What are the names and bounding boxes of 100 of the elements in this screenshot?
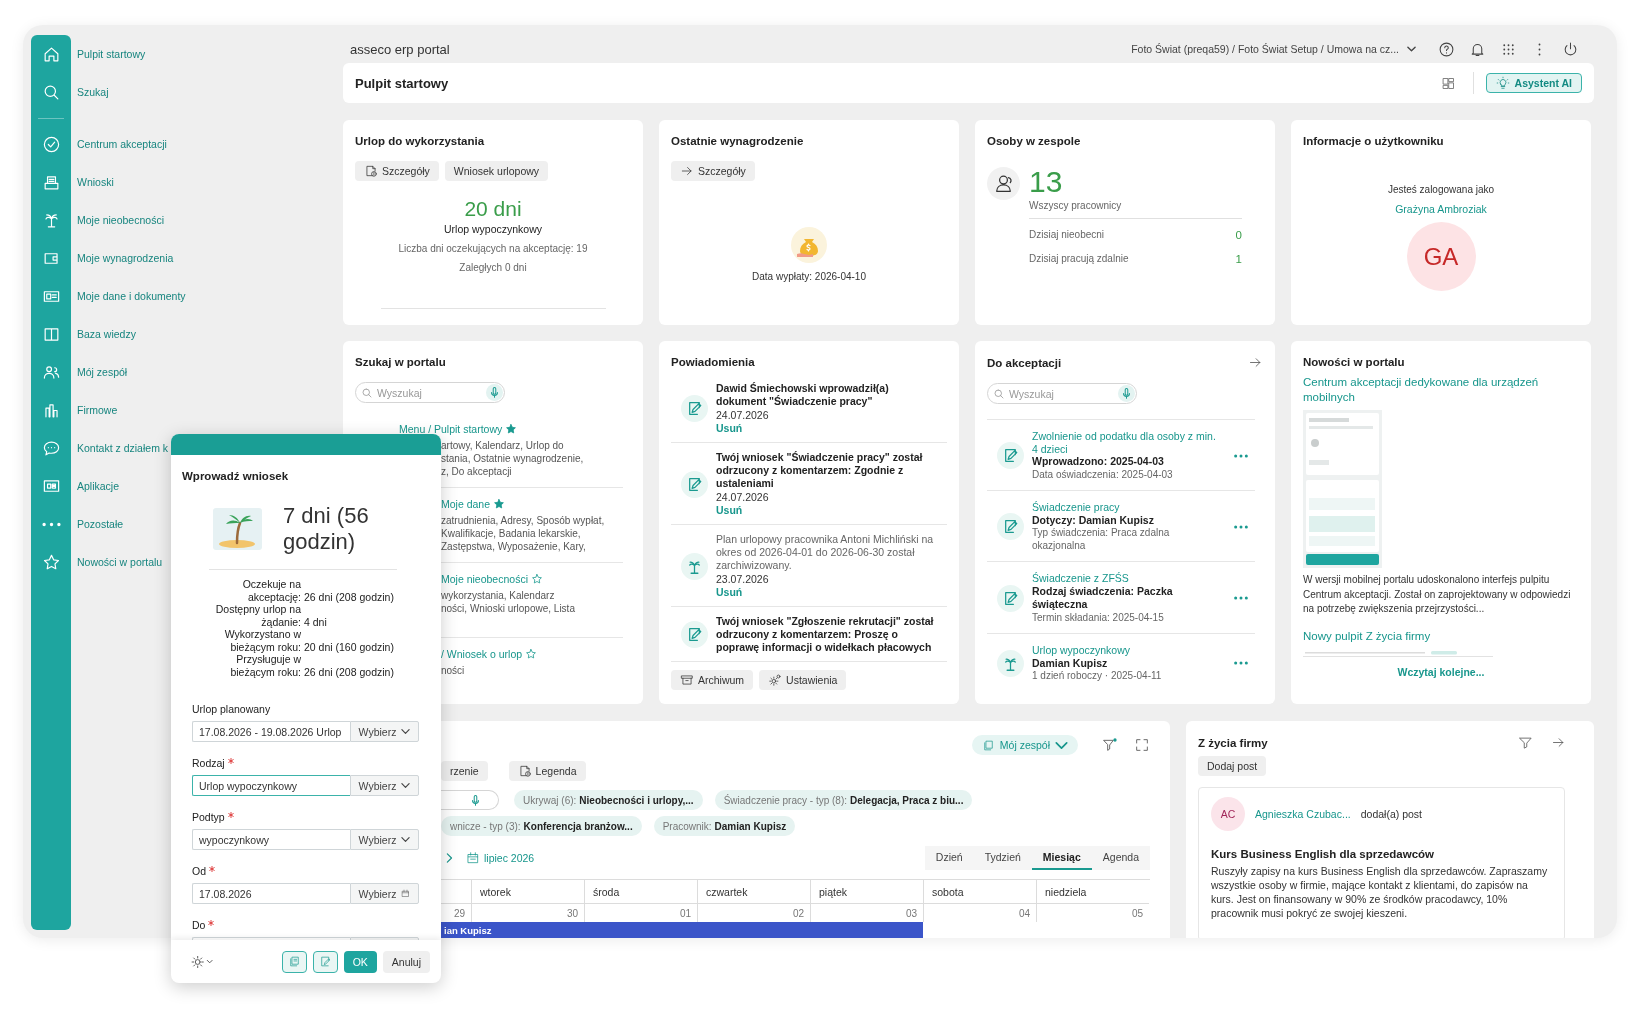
assistant-button[interactable]: Asystent AI	[1485, 73, 1582, 93]
power-icon[interactable]	[1562, 40, 1579, 58]
leave-request-button[interactable]: Wniosek urlopowy	[444, 161, 549, 181]
input-field[interactable]: wypoczynkowy	[192, 829, 350, 850]
filter-chip[interactable]: Ukrywaj (6): Nieobecności i urlopy,...	[514, 790, 703, 810]
add-post-button[interactable]: Dodaj post	[1198, 756, 1267, 776]
card-title: Osoby w zespole	[987, 134, 1082, 148]
copy-button[interactable]	[281, 950, 307, 973]
arrow-right-icon[interactable]	[1248, 355, 1263, 370]
legend-button[interactable]: Legenda	[508, 761, 586, 781]
details-button[interactable]: Szczegóły	[671, 161, 755, 181]
settings-icon[interactable]	[190, 953, 215, 970]
search-field[interactable]: Wyszukaj	[355, 382, 505, 403]
result-link[interactable]: Moje nieobecności	[441, 572, 528, 586]
sidebar-item[interactable]: Pulpit startowy	[31, 35, 146, 73]
help-icon[interactable]	[1438, 40, 1455, 58]
user-name: Grażyna Ambroziak	[1394, 202, 1488, 216]
archive-button[interactable]: Archiwum	[671, 670, 754, 690]
news-link[interactable]: Centrum akceptacji dedykowane dla urządzeń mobilnych	[1303, 375, 1579, 405]
document-edit-icon	[997, 442, 1024, 469]
result-link[interactable]: Menu / Pulpit startowy	[399, 422, 503, 436]
sidebar-item[interactable]: Mój zespół	[31, 353, 128, 391]
more-icon[interactable]	[1233, 452, 1249, 459]
fullscreen-icon[interactable]	[1134, 737, 1150, 753]
sidebar-item[interactable]: Firmowe	[31, 391, 118, 429]
palm-tree-icon	[997, 649, 1024, 677]
palm-tree-icon	[681, 552, 708, 580]
author-link[interactable]: Agnieszka Czubac...	[1255, 808, 1351, 820]
ok-button[interactable]: OK	[343, 950, 377, 973]
month-picker[interactable]: lipiec 2026	[466, 851, 535, 865]
settings-button[interactable]: Ustawienia	[759, 670, 847, 690]
result-link[interactable]: / Wniosek o urlop	[441, 647, 523, 661]
arrow-right-icon[interactable]	[1551, 735, 1566, 750]
delete-link[interactable]: Usuń	[716, 586, 941, 599]
star-icon[interactable]	[525, 648, 538, 660]
approval-link[interactable]: Świadczenie z ZFŚS	[1032, 572, 1217, 585]
leave-amount: 20 dni	[463, 196, 523, 222]
more-icon[interactable]	[1233, 523, 1249, 530]
delete-link[interactable]: Usuń	[716, 422, 941, 435]
view-tab[interactable]: Dzień	[924, 846, 974, 870]
sidebar-item[interactable]: Wnioski	[31, 163, 114, 201]
picker-button[interactable]: Wybierz	[350, 721, 419, 742]
team-dropdown[interactable]: Mój zespół	[971, 735, 1078, 755]
delete-link[interactable]: Usuń	[716, 504, 941, 517]
leave-summary: 7 dni (56 godzin)	[283, 503, 370, 555]
highlight-button[interactable]: rzenie	[441, 761, 488, 781]
filter-chip[interactable]: Świadczenie pracy - typ (8): Delegacja, Praca z biu...	[714, 790, 973, 810]
more-icon[interactable]	[1233, 595, 1249, 601]
view-tab[interactable]: Agenda	[1091, 846, 1150, 870]
document-edit-icon	[318, 955, 332, 968]
picker-button[interactable]: Wybierz	[350, 883, 419, 904]
load-more-link[interactable]: Wczytaj kolejne...	[1397, 665, 1485, 678]
input-field[interactable]: Urlop wypoczynkowy	[192, 775, 350, 796]
copy-icon	[981, 738, 995, 752]
notification-text: Plan urlopowy pracownika Antoni Michliński na okres od 2026-04-01 do 2026-06-30 został zarchiwizowany.	[716, 533, 935, 572]
lightbulb-icon	[1495, 76, 1510, 90]
picker-button[interactable]: Wybierz	[350, 829, 419, 850]
picker-button[interactable]: Wybierz	[350, 775, 419, 796]
filter-chip[interactable]: Pracownik: Damian Kupisz	[653, 816, 796, 836]
filter-icon[interactable]	[1102, 737, 1118, 753]
document-edit-icon	[681, 395, 708, 422]
star-icon[interactable]	[530, 573, 543, 585]
sidebar-item[interactable]: Aplikacje	[31, 467, 120, 505]
more-icon[interactable]	[1233, 660, 1249, 667]
sidebar-item[interactable]: Moje nieobecności	[31, 201, 164, 239]
sidebar-item[interactable]: Moje dane i dokumenty	[31, 277, 186, 315]
document-edit-icon	[681, 470, 708, 498]
team-count-label: Wszyscy pracownicy	[1029, 199, 1123, 213]
sidebar-item[interactable]: Kontakt z działem k	[31, 429, 169, 467]
sidebar-item[interactable]: Pozostałe	[31, 505, 124, 543]
cancel-button[interactable]: Anuluj	[382, 950, 430, 973]
star-icon[interactable]	[493, 498, 506, 510]
view-tab[interactable]: Miesiąc	[1031, 846, 1092, 870]
logo[interactable]: asseco erp portal	[350, 41, 450, 57]
microphone-icon[interactable]	[486, 384, 503, 401]
star-icon[interactable]	[505, 423, 518, 435]
page-title: Pulpit startowy	[355, 75, 449, 91]
approval-link[interactable]: Świadczenie pracy	[1032, 501, 1217, 514]
chevron-right-icon[interactable]	[444, 852, 454, 864]
layout-icon[interactable]	[1440, 75, 1456, 91]
sidebar-item[interactable]: Nowości w portalu	[31, 543, 163, 581]
approval-link[interactable]: Zwolnienie od podatku dla osoby z min. 4 dzieci	[1032, 430, 1217, 455]
filter-chip[interactable]: wnicze - typ (3): Konferencja branżow...	[441, 816, 642, 836]
result-link[interactable]: Moje dane	[441, 497, 491, 511]
sidebar-item[interactable]: Szukaj	[31, 73, 109, 111]
input-field[interactable]: 17.08.2026	[192, 883, 350, 904]
day-number: 05	[1131, 907, 1143, 919]
sidebar-item[interactable]: Centrum akceptacji	[31, 125, 167, 163]
view-tab[interactable]: Tydzień	[973, 846, 1032, 870]
sidebar-item[interactable]: Baza wiedzy	[31, 315, 136, 353]
approval-link[interactable]: Urlop wypoczynkowy	[1032, 644, 1217, 657]
search-field[interactable]: Wyszukaj	[987, 383, 1137, 404]
filter-icon[interactable]	[1518, 735, 1533, 750]
details-button[interactable]: Szczegóły	[355, 161, 439, 181]
input-field[interactable]: 17.08.2026 - 19.08.2026 Urlop	[192, 721, 350, 742]
news-link[interactable]: Nowy pulpit Z życia firmy	[1303, 628, 1579, 644]
context-selector[interactable]: Foto Świat (preqa59) / Foto Świat Setup / Umowa na cz...	[1131, 43, 1416, 55]
microphone-icon[interactable]	[1118, 385, 1135, 402]
edit-button[interactable]	[312, 950, 338, 973]
sidebar-item[interactable]: Moje wynagrodzenia	[31, 239, 174, 277]
